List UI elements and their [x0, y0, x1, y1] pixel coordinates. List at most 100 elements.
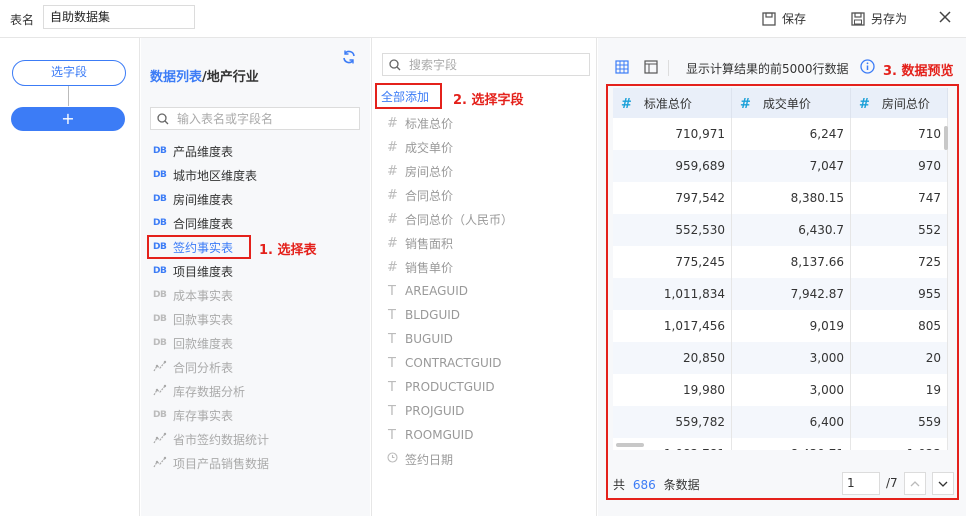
- table-item-label: 项目维度表: [173, 264, 234, 279]
- field-item[interactable]: # 标准总价: [387, 113, 453, 133]
- table-search-placeholder: 输入表名或字段名: [177, 112, 274, 126]
- table-item[interactable]: 项目产品销售数据: [153, 453, 269, 473]
- grid-view-button[interactable]: [615, 60, 629, 74]
- table-row: 1,017,456 9,019 805: [613, 310, 948, 342]
- table-item[interactable]: 合同分析表: [153, 357, 233, 377]
- field-item[interactable]: T BUGUID: [387, 329, 453, 349]
- table-row: 775,245 8,137.66 725: [613, 246, 948, 278]
- table-cell: 9,019: [731, 310, 851, 342]
- table-cell: 20,850: [613, 342, 732, 374]
- horizontal-scrollbar[interactable]: [616, 443, 644, 447]
- column-header[interactable]: # 标准总价: [613, 88, 732, 118]
- table-item[interactable]: DB 成本事实表: [153, 285, 233, 305]
- table-cell: 970: [850, 150, 948, 182]
- table-item[interactable]: DB 城市地区维度表: [153, 165, 257, 185]
- table-item[interactable]: DB 项目维度表: [153, 261, 233, 281]
- table-cell: 3,000: [731, 342, 851, 374]
- add-step-button[interactable]: +: [11, 107, 125, 131]
- table-search-input[interactable]: 输入表名或字段名: [150, 107, 360, 130]
- table-row: 20,850 3,000 20: [613, 342, 948, 374]
- number-icon: #: [387, 259, 398, 275]
- field-item[interactable]: # 合同总价（人民币）: [387, 209, 513, 229]
- field-item[interactable]: T AREAGUID: [387, 281, 468, 301]
- add-all-button[interactable]: 全部添加: [381, 88, 429, 105]
- page-total: /7: [886, 476, 898, 490]
- field-item[interactable]: # 销售单价: [387, 257, 453, 277]
- number-icon: #: [387, 187, 398, 203]
- database-icon: DB: [153, 410, 167, 420]
- field-item-label: BUGUID: [405, 332, 453, 346]
- database-icon: DB: [153, 194, 167, 204]
- prev-page-button[interactable]: [904, 472, 926, 495]
- table-item-label: 成本事实表: [173, 288, 234, 303]
- field-item-label: PROJGUID: [405, 404, 465, 418]
- field-item-label: 房间总价: [405, 164, 454, 179]
- step-connector: [68, 86, 69, 106]
- field-item[interactable]: # 销售面积: [387, 233, 453, 253]
- column-header[interactable]: # 成交单价: [731, 88, 851, 118]
- text-icon: T: [388, 331, 396, 347]
- table-item[interactable]: DB 回款维度表: [153, 333, 233, 353]
- tables-title-suffix: /地产行业: [202, 70, 259, 85]
- table-item[interactable]: DB 合同维度表: [153, 213, 233, 233]
- table-item[interactable]: DB 库存事实表: [153, 405, 233, 425]
- save-as-icon: [851, 11, 865, 26]
- select-fields-step[interactable]: 选字段: [12, 60, 126, 86]
- layout-view-button[interactable]: [644, 60, 658, 74]
- field-item[interactable]: T ROOMGUID: [387, 425, 473, 445]
- save-button[interactable]: 保存: [762, 10, 806, 27]
- number-icon: #: [387, 235, 398, 251]
- close-button[interactable]: [938, 10, 952, 24]
- preview-table: # 标准总价 # 成交单价 # 房间总价 710,971 6,247 710 959,689 7,…: [613, 88, 948, 450]
- table-name-input[interactable]: 自助数据集: [43, 5, 195, 29]
- info-button[interactable]: [860, 59, 875, 74]
- layout-icon: [644, 60, 658, 74]
- vertical-scrollbar[interactable]: [944, 126, 948, 150]
- next-page-button[interactable]: [932, 472, 954, 495]
- column-header-label: 房间总价: [881, 96, 930, 111]
- table-cell: 3,000: [731, 374, 851, 406]
- table-item-label: 库存事实表: [173, 408, 234, 423]
- page-input[interactable]: 1: [842, 472, 880, 495]
- field-item[interactable]: 签约日期: [387, 449, 453, 469]
- table-item[interactable]: DB 房间维度表: [153, 189, 233, 209]
- refresh-button[interactable]: [341, 49, 357, 65]
- field-search-input[interactable]: 搜索字段: [382, 53, 590, 76]
- field-item[interactable]: # 合同总价: [387, 185, 453, 205]
- analysis-icon: [153, 360, 167, 375]
- search-icon: [157, 112, 169, 124]
- field-item[interactable]: T BLDGUID: [387, 305, 460, 325]
- preview-footer: 共 686 条数据 1 /7: [598, 456, 966, 516]
- field-item-label: 合同总价（人民币）: [405, 212, 514, 227]
- table-row: 797,542 8,380.15 747: [613, 182, 948, 214]
- field-item[interactable]: # 房间总价: [387, 161, 453, 181]
- table-cell: 7,942.87: [731, 278, 851, 310]
- text-icon: T: [388, 427, 396, 443]
- table-item-label: 项目产品销售数据: [173, 456, 270, 471]
- table-item[interactable]: 省市签约数据统计: [153, 429, 269, 449]
- tables-panel: 数据列表/地产行业 输入表名或字段名 DB 产品维度表 DB 城市地区维度表 DB 房间维…: [141, 38, 370, 516]
- table-cell: 775,245: [613, 246, 732, 278]
- row-count: 共 686 条数据: [613, 476, 700, 493]
- save-as-button[interactable]: 另存为: [851, 10, 907, 27]
- table-cell: 8,380.15: [731, 182, 851, 214]
- step-panel: 选字段 +: [0, 38, 140, 516]
- field-item[interactable]: T CONTRACTGUID: [387, 353, 502, 373]
- table-item[interactable]: DB 回款事实表: [153, 309, 233, 329]
- table-cell: 1,017,456: [613, 310, 732, 342]
- database-icon: DB: [153, 146, 167, 156]
- preview-panel: 显示计算结果的前5000行数据 3. 数据预览 # 标准总价 # 成交单价 # 房间总价 …: [598, 38, 966, 516]
- table-cell: 8,430.71: [731, 438, 851, 450]
- table-cell: 1,011,834: [613, 278, 732, 310]
- field-item[interactable]: # 成交单价: [387, 137, 453, 157]
- field-item[interactable]: T PROJGUID: [387, 401, 464, 421]
- table-cell: 797,542: [613, 182, 732, 214]
- table-item[interactable]: 库存数据分析: [153, 381, 245, 401]
- column-header[interactable]: # 房间总价: [850, 88, 948, 118]
- number-icon: #: [859, 96, 870, 112]
- table-item[interactable]: DB 产品维度表: [153, 141, 233, 161]
- field-item[interactable]: T PRODUCTGUID: [387, 377, 495, 397]
- database-icon: DB: [153, 266, 167, 276]
- table-cell: 6,430.7: [731, 214, 851, 246]
- analysis-icon: [153, 432, 167, 447]
